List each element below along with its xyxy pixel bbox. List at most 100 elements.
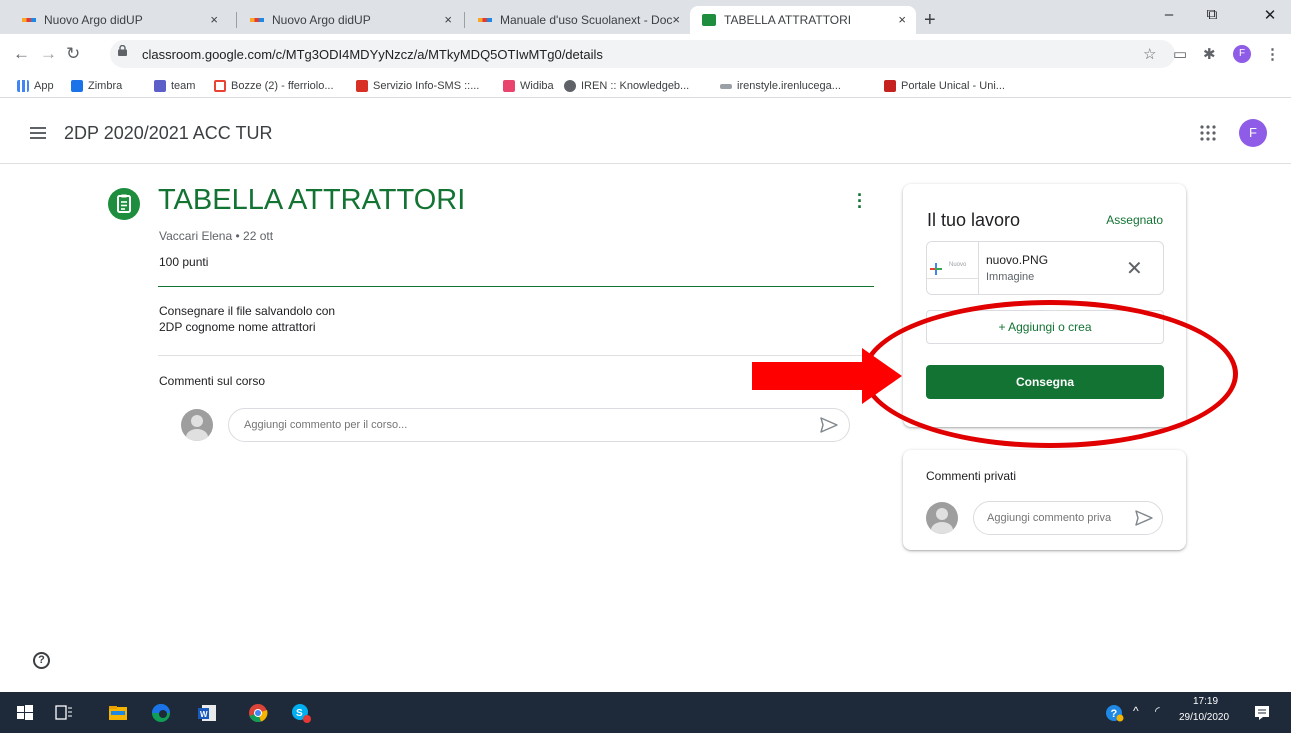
chevron-up-icon[interactable]: ^ (1133, 704, 1139, 718)
google-apps-icon[interactable] (1200, 125, 1216, 141)
bookmark-label: Widiba (520, 80, 554, 92)
bookmark-label: App (34, 80, 54, 92)
more-options-icon[interactable]: · · · (855, 186, 865, 216)
globe-icon (564, 80, 576, 92)
bookmark-label: irenstyle.irenlucega... (737, 80, 841, 92)
class-comment-input[interactable] (228, 408, 850, 442)
bookmark-app[interactable]: App (17, 80, 54, 92)
task-view-icon[interactable] (53, 702, 75, 724)
browser-menu-icon[interactable]: ⋮ (1265, 45, 1280, 63)
restore-button[interactable]: ⧉ (1197, 6, 1227, 23)
svg-text:?: ? (1111, 708, 1118, 720)
tab-label: TABELLA ATTRATTORI (724, 13, 852, 27)
bookmark-iren[interactable]: IREN :: Knowledgeb... (564, 80, 689, 92)
thumbnail-text: Nuovo (949, 262, 967, 268)
tab-label: Manuale d'uso Scuolanext - Doc (500, 13, 673, 27)
bookmark-widiba[interactable]: Widiba (503, 80, 554, 92)
extensions-icon[interactable]: ✱ (1203, 45, 1216, 63)
send-icon[interactable] (1135, 510, 1153, 526)
instructions-line: Consegnare il file salvandolo con (159, 304, 336, 318)
argo-icon (250, 18, 264, 22)
divider (158, 286, 874, 287)
windows-taskbar: W S ? ^ ◜ 17:19 29/10/2020 (0, 692, 1291, 733)
class-title[interactable]: 2DP 2020/2021 ACC TUR (64, 123, 272, 144)
edge-icon[interactable] (150, 702, 172, 724)
help-tray-icon[interactable]: ? (1104, 702, 1126, 724)
bookmark-unical[interactable]: Portale Unical - Uni... (884, 80, 1005, 92)
close-tab-icon[interactable]: × (210, 12, 218, 27)
private-comments-title: Commenti privati (926, 469, 1017, 483)
clock-date[interactable]: 29/10/2020 (1179, 712, 1229, 723)
class-comments-heading: Commenti sul corso (159, 374, 266, 388)
clock-time[interactable]: 17:19 (1193, 696, 1218, 707)
remove-attachment-icon[interactable]: ✕ (1126, 259, 1143, 279)
teams-icon (154, 80, 166, 92)
bookmark-info-sms[interactable]: Servizio Info-SMS ::... (356, 80, 479, 92)
close-tab-icon[interactable]: × (444, 12, 452, 27)
classroom-icon (702, 14, 716, 26)
tab-label: Nuovo Argo didUP (272, 13, 371, 27)
assignment-author-date: Vaccari Elena • 22 ott (159, 229, 274, 243)
browser-tab-strip: Nuovo Argo didUP × Nuovo Argo didUP × Ma… (0, 0, 1291, 34)
close-tab-icon[interactable]: × (898, 12, 906, 27)
bookmark-zimbra[interactable]: Zimbra (71, 80, 122, 92)
send-icon[interactable] (820, 417, 838, 433)
profile-avatar[interactable]: F (1233, 45, 1251, 63)
new-tab-button[interactable]: + (924, 9, 936, 32)
hamburger-menu-icon[interactable] (30, 127, 46, 139)
bookmark-label: Servizio Info-SMS ::... (373, 80, 480, 92)
tab-separator (236, 12, 237, 28)
info-sms-icon (356, 80, 368, 92)
tab-label: Nuovo Argo didUP (44, 13, 143, 27)
browser-tab-argo-1[interactable]: Nuovo Argo didUP × (10, 6, 228, 34)
bookmarks-bar: App Zimbra team Bozze (2) - fferriolo...… (0, 76, 1291, 98)
wifi-icon[interactable]: ◜ (1155, 704, 1160, 718)
widiba-icon (503, 80, 515, 92)
iren-icon (720, 83, 732, 89)
cast-icon[interactable]: ▭ (1173, 45, 1187, 63)
unical-icon (884, 80, 896, 92)
account-avatar[interactable]: F (1239, 119, 1267, 147)
bookmark-star-icon[interactable]: ☆ (1143, 45, 1156, 63)
file-explorer-icon[interactable] (107, 702, 129, 724)
attachment-name: nuovo.PNG (986, 253, 1049, 267)
private-comments-card: Commenti privati (903, 450, 1186, 550)
browser-tab-manuale[interactable]: Manuale d'uso Scuolanext - Doc × (466, 6, 690, 34)
zimbra-icon (71, 80, 83, 92)
plus-colored-icon (930, 263, 942, 275)
bookmark-label: IREN :: Knowledgeb... (581, 80, 690, 92)
tab-separator (464, 12, 465, 28)
minimize-button[interactable]: – (1154, 6, 1184, 23)
reload-button[interactable]: ↻ (66, 44, 80, 64)
bookmark-gmail[interactable]: Bozze (2) - fferriolo... (214, 80, 334, 92)
attachment-thumbnail: Nuovo (927, 242, 979, 294)
svg-text:S: S (296, 708, 303, 719)
browser-toolbar: ← → ↻ classroom.google.com/c/MTg3ODI4MDY… (0, 34, 1291, 76)
url-text[interactable]: classroom.google.com/c/MTg3ODI4MDYyNzcz/… (142, 47, 603, 62)
help-icon[interactable]: ? (33, 652, 50, 669)
lock-icon[interactable] (118, 45, 127, 56)
skype-icon[interactable]: S (290, 702, 312, 724)
classroom-header: 2DP 2020/2021 ACC TUR F (0, 99, 1291, 164)
bookmark-label: Portale Unical - Uni... (901, 80, 1005, 92)
assignment-title: TABELLA ATTRATTORI (158, 184, 466, 216)
notification-icon[interactable] (1251, 702, 1273, 724)
user-avatar-icon (181, 409, 213, 441)
word-icon[interactable]: W (196, 702, 218, 724)
svg-text:W: W (200, 710, 208, 719)
close-tab-icon[interactable]: × (672, 12, 680, 27)
bookmark-irenstyle[interactable]: irenstyle.irenlucega... (720, 80, 841, 92)
window-close-button[interactable]: ✕ (1255, 6, 1285, 24)
assignment-icon (108, 188, 140, 220)
attachment-type: Immagine (986, 271, 1035, 283)
chrome-icon[interactable] (247, 702, 269, 724)
status-badge: Assegnato (1106, 213, 1163, 227)
back-button[interactable]: ← (13, 44, 30, 64)
attachment-item[interactable]: Nuovo nuovo.PNG Immagine ✕ (926, 241, 1164, 295)
bookmark-team[interactable]: team (154, 80, 195, 92)
forward-button[interactable]: → (40, 44, 57, 64)
assignment-points: 100 punti (159, 255, 209, 269)
browser-tab-argo-2[interactable]: Nuovo Argo didUP × (238, 6, 462, 34)
windows-start-icon[interactable] (14, 702, 36, 724)
browser-tab-active[interactable]: TABELLA ATTRATTORI × (690, 6, 916, 34)
